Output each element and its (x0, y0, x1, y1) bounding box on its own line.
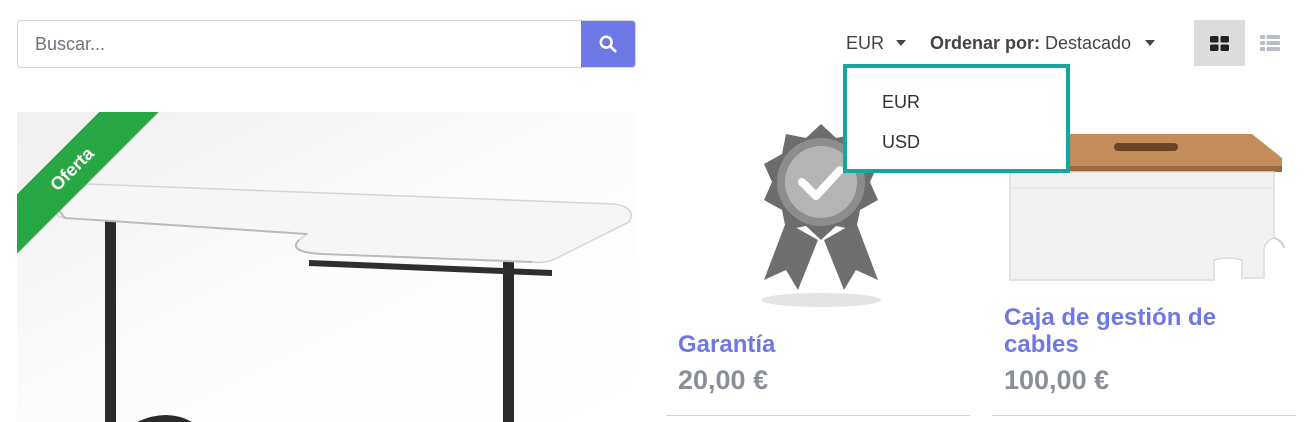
chevron-down-icon (896, 40, 907, 46)
list-view-button[interactable] (1246, 20, 1294, 66)
search-button[interactable] (581, 21, 635, 67)
search-input[interactable] (18, 21, 581, 67)
search-bar (17, 20, 636, 68)
pricelist-option-eur[interactable]: EUR (882, 92, 920, 113)
list-view-icon (1260, 35, 1280, 51)
sort-label: Ordenar por: (930, 32, 1041, 53)
pricelist-label: EUR (846, 32, 885, 53)
product-card-featured[interactable]: Oferta (17, 112, 636, 422)
product-name[interactable]: Caja de gestión de cables (1004, 304, 1296, 358)
product-name[interactable]: Garantía (678, 331, 775, 358)
grid-view-icon (1210, 35, 1229, 51)
pricelist-toggle[interactable]: EUR (846, 30, 907, 56)
offer-ribbon: Oferta (17, 112, 167, 262)
sort-value: Destacado (1045, 32, 1132, 53)
pricelist-dropdown-menu: EUR USD (843, 64, 1070, 173)
product-price: 20,00 € (678, 365, 769, 395)
chevron-down-icon (1145, 40, 1156, 46)
grid-view-button[interactable] (1194, 20, 1245, 66)
search-icon (599, 35, 617, 53)
product-price: 100,00 € (1004, 365, 1110, 395)
pricelist-option-usd[interactable]: USD (882, 132, 920, 153)
offer-ribbon-label: Oferta (17, 112, 165, 262)
sort-toggle[interactable]: Ordenar por: Destacado (930, 30, 1156, 56)
